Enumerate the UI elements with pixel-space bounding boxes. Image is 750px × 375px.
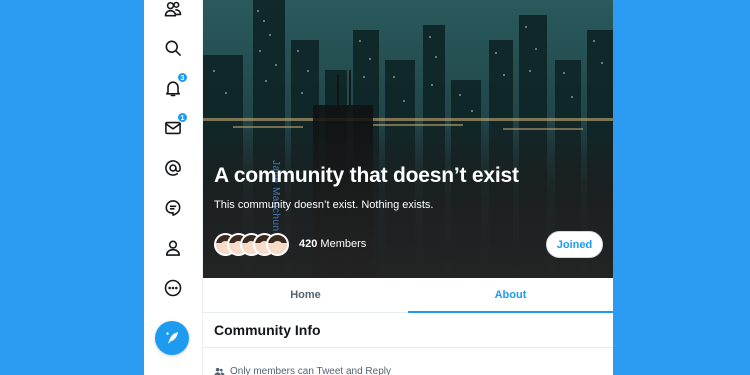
compose-tweet-button[interactable] [155, 321, 189, 355]
communities-icon[interactable] [156, 0, 190, 26]
notification-badge: 3 [177, 72, 188, 83]
community-main: Jane Manchun A community that doesn’t ex… [203, 0, 613, 375]
community-banner: Jane Manchun A community that doesn’t ex… [203, 0, 613, 278]
member-count-number: 420 [299, 238, 318, 250]
member-count-label: Members [320, 238, 367, 250]
at-icon[interactable] [156, 151, 190, 185]
member-count[interactable]: 420 Members [299, 238, 366, 250]
rule-text: Only members can Tweet and Reply [230, 366, 392, 375]
topics-icon[interactable] [156, 191, 190, 225]
mail-icon[interactable]: 1 [156, 111, 190, 145]
people-icon [214, 367, 225, 375]
community-title: A community that doesn’t exist [214, 164, 519, 187]
app-window: 3 1 Jane Manchun A community that doesn’… [144, 0, 613, 375]
rule-item: Only members can Tweet and Reply [214, 366, 391, 375]
joined-button[interactable]: Joined [546, 231, 603, 258]
community-description: This community doesn’t exist. Nothing ex… [214, 199, 434, 211]
person-icon[interactable] [156, 231, 190, 265]
member-avatars[interactable] [214, 233, 294, 256]
tab-about[interactable]: About [408, 278, 613, 313]
community-tabs: Home About [203, 278, 613, 313]
section-title: Community Info [214, 322, 321, 338]
tab-home[interactable]: Home [203, 278, 408, 312]
divider [203, 347, 613, 348]
avatar [266, 233, 289, 256]
more-icon[interactable] [156, 271, 190, 305]
sidebar: 3 1 [144, 0, 203, 375]
messages-badge: 1 [177, 112, 188, 123]
feather-plus-icon [165, 331, 178, 343]
bell-icon[interactable]: 3 [156, 71, 190, 105]
search-icon[interactable] [156, 31, 190, 65]
